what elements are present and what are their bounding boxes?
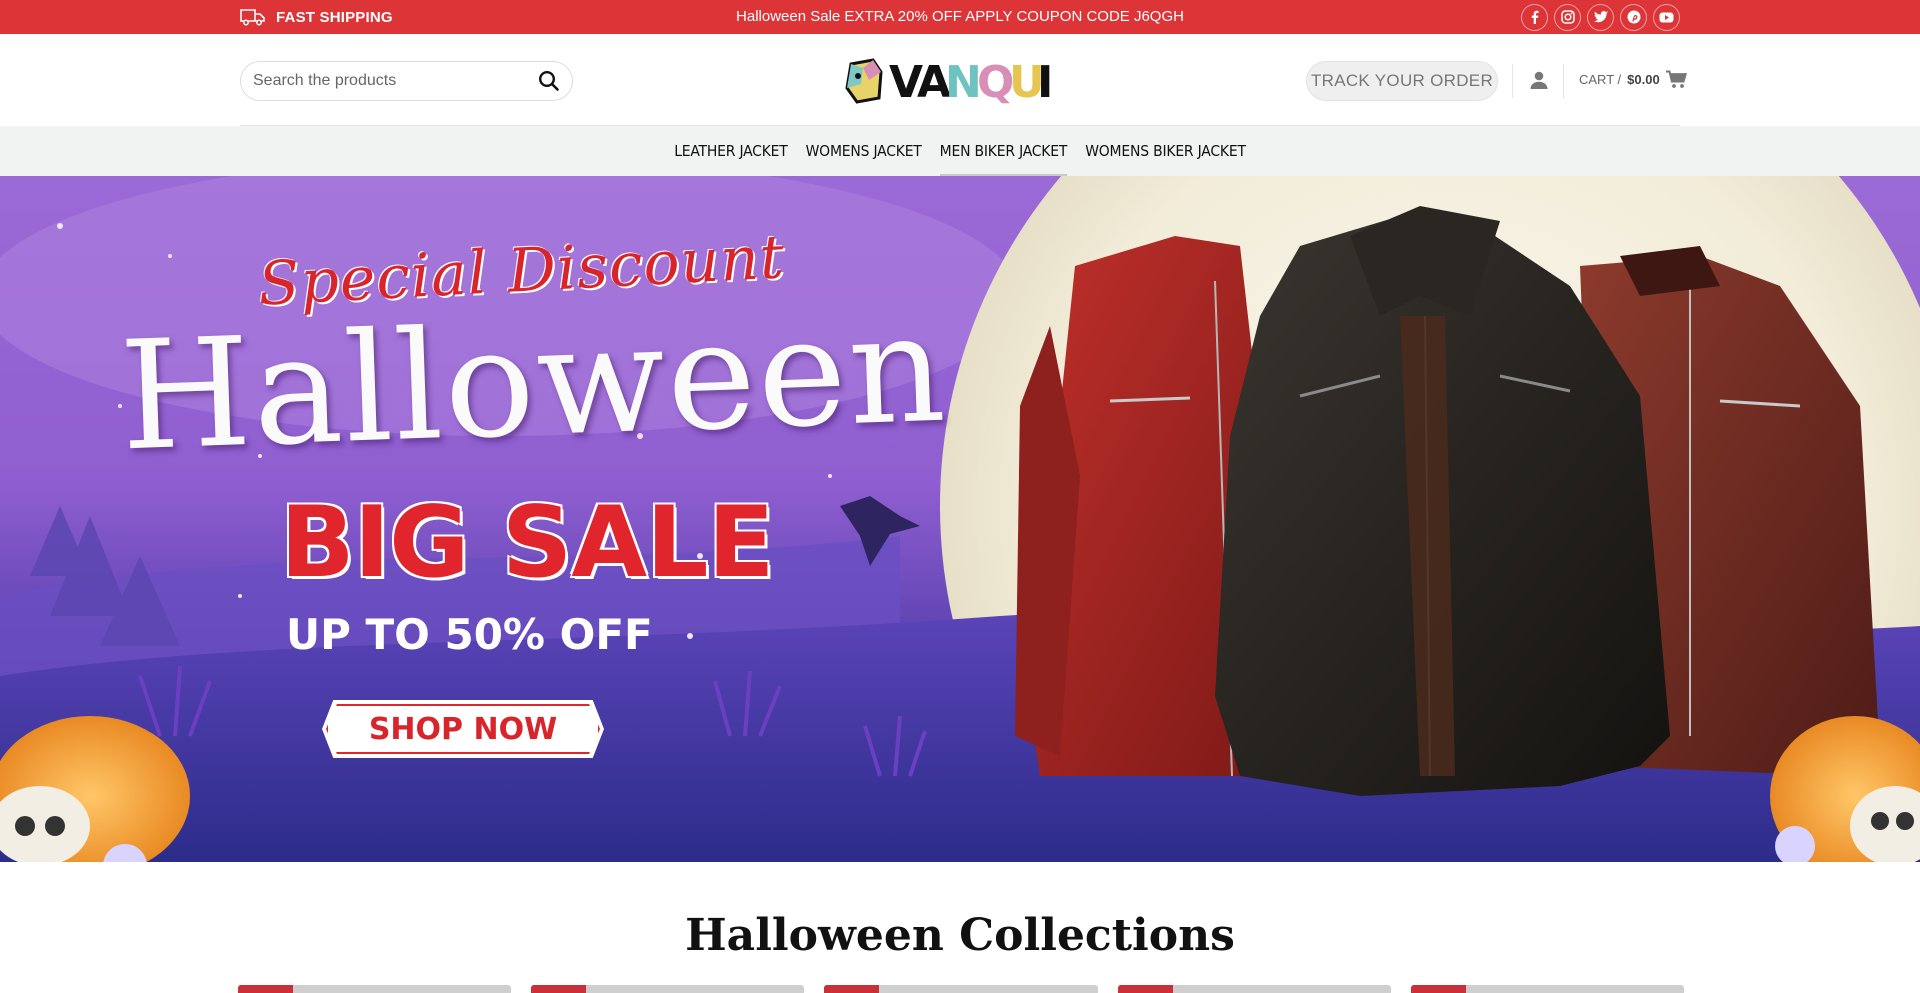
nav-item-womens-biker-jacket[interactable]: WOMENS BIKER JACKET: [1076, 126, 1255, 176]
user-account-icon[interactable]: [1528, 69, 1550, 91]
svg-text:N: N: [945, 57, 981, 105]
cart-icon: [1665, 70, 1687, 88]
logo-mark-icon: [845, 58, 883, 104]
header-divider: [1512, 64, 1513, 98]
nav-item-label: WOMENS BIKER JACKET: [1085, 142, 1246, 160]
product-card[interactable]: [824, 985, 1098, 993]
nav-item-leather-jacket[interactable]: LEATHER JACKET: [665, 126, 796, 176]
sale-badge: [824, 985, 880, 993]
social-links: [1521, 3, 1680, 31]
shop-now-label: SHOP NOW: [368, 711, 558, 747]
svg-text:Q: Q: [977, 57, 1013, 105]
twitter-icon[interactable]: [1587, 3, 1614, 31]
pinterest-icon[interactable]: [1620, 3, 1647, 31]
sale-badge: [238, 985, 293, 993]
search-input[interactable]: [253, 72, 538, 90]
nav-item-label: WOMENS JACKET: [805, 142, 922, 160]
product-card[interactable]: [531, 985, 805, 993]
site-logo[interactable]: V A N Q U I: [843, 56, 1077, 106]
product-card[interactable]: [238, 985, 512, 993]
announcement-bar: Halloween Sale EXTRA 20% OFF APPLY COUPO…: [0, 0, 1920, 34]
hero-big-sale: BIG SALE: [280, 486, 775, 600]
sale-badge: [531, 985, 587, 993]
instagram-icon[interactable]: [1554, 3, 1581, 31]
main-navigation: LEATHER JACKET WOMENS JACKET MEN BIKER J…: [0, 126, 1920, 176]
shop-now-button[interactable]: SHOP NOW: [322, 700, 604, 758]
svg-text:I: I: [1037, 57, 1052, 105]
collection-cards: [238, 985, 1685, 993]
track-order-button[interactable]: TRACK YOUR ORDER: [1306, 61, 1498, 101]
cart-amount: $0.00: [1627, 72, 1660, 87]
truck-icon: [240, 9, 265, 26]
nav-item-label: MEN BIKER JACKET: [939, 142, 1068, 160]
fast-shipping-label: FAST SHIPPING: [276, 8, 393, 26]
nav-item-womens-jacket[interactable]: WOMENS JACKET: [797, 126, 931, 176]
cart-label: CART /: [1579, 72, 1622, 87]
facebook-icon[interactable]: [1521, 3, 1548, 31]
cart-link[interactable]: CART / $0.00: [1579, 70, 1688, 89]
collections-title: Halloween Collections: [685, 910, 1235, 961]
search-box[interactable]: [240, 61, 573, 101]
hero-title: Halloween: [117, 281, 950, 485]
hero-banner[interactable]: Special Discount Halloween BIG SALE UP T…: [0, 176, 1920, 862]
header-divider: [1563, 64, 1564, 98]
product-card[interactable]: [1410, 985, 1685, 993]
product-card[interactable]: [1117, 985, 1391, 993]
hero-text-block: Special Discount Halloween BIG SALE UP T…: [0, 176, 950, 862]
sale-badge: [1410, 985, 1466, 993]
logo-wordmark: V A N Q U I: [889, 57, 1053, 105]
hero-discount-text: UP TO 50% OFF: [286, 610, 653, 659]
search-icon[interactable]: [538, 70, 560, 92]
nav-item-label: LEATHER JACKET: [674, 142, 788, 160]
fast-shipping: FAST SHIPPING: [240, 8, 393, 26]
nav-item-men-biker-jacket[interactable]: MEN BIKER JACKET: [931, 126, 1077, 176]
sale-badge: [1117, 985, 1173, 993]
youtube-icon[interactable]: [1653, 3, 1680, 31]
site-header: V A N Q U I TRACK YOUR ORDER CART / $0.0…: [0, 34, 1920, 126]
